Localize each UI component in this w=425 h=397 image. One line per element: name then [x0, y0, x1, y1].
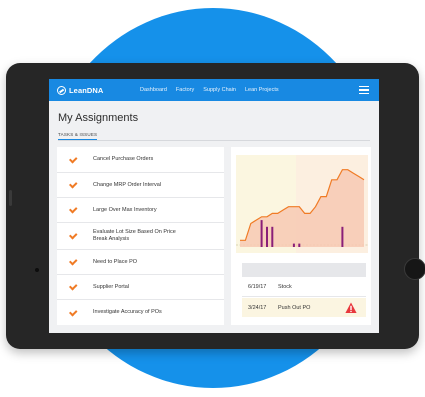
- logo-icon: [57, 85, 66, 95]
- task-row[interactable]: Cancel Purchase Orders: [57, 147, 224, 173]
- tab-bar: TASKS & ISSUES: [58, 132, 379, 140]
- warning-icon: [345, 302, 357, 313]
- chart-bar-5: [341, 226, 344, 247]
- row-label: Push Out PO: [278, 304, 311, 311]
- checkmark-icon: [69, 181, 78, 189]
- page-title: My Assignments: [58, 112, 139, 124]
- nav-link-supply-chain[interactable]: Supply Chain: [203, 87, 236, 93]
- home-button: [404, 258, 425, 280]
- camera-icon: [35, 268, 39, 272]
- task-label: Evaluate Lot Size Based On Price Break An…: [93, 229, 176, 242]
- task-label: Cancel Purchase Orders: [93, 156, 154, 162]
- menu-icon[interactable]: [359, 85, 369, 95]
- chart-bar-2: [271, 226, 274, 247]
- chart-bar-0: [260, 220, 263, 247]
- checkmark-icon: [69, 206, 78, 214]
- logo[interactable]: LeanDNA: [57, 85, 129, 95]
- top-navbar: LeanDNA Dashboard Factory Supply Chain L…: [49, 79, 379, 101]
- table-row[interactable]: 6/19/17 Stock: [242, 278, 366, 297]
- side-button: [9, 190, 12, 206]
- table-row[interactable]: 3/24/17 Push Out PO: [242, 298, 366, 317]
- task-row[interactable]: Change MRP Order Interval: [57, 173, 224, 198]
- logo-text: LeanDNA: [69, 85, 104, 95]
- chart-bar-1: [266, 226, 268, 247]
- task-row[interactable]: Investigate Accuracy of POs: [57, 300, 224, 325]
- table-header: [242, 263, 366, 277]
- task-label: Need to Place PO: [93, 258, 138, 265]
- nav-link-dashboard[interactable]: Dashboard: [140, 87, 167, 93]
- nav-link-factory[interactable]: Factory: [176, 87, 194, 93]
- task-list: Cancel Purchase Orders Change MRP Order …: [57, 147, 224, 325]
- chart-bar-3: [292, 243, 295, 247]
- checkmark-icon: [69, 283, 78, 291]
- chart-panel: 6/19/17 Stock 3/24/17 Push Out PO: [231, 147, 371, 325]
- task-label: Change MRP Order Interval: [93, 181, 162, 188]
- checkmark-icon: [69, 232, 78, 240]
- row-label: Stock: [278, 284, 292, 290]
- tab-tasks-issues[interactable]: TASKS & ISSUES: [58, 132, 98, 140]
- task-label: Supplier Portal: [93, 283, 130, 290]
- nav-link-lean-projects[interactable]: Lean Projects: [245, 87, 279, 93]
- task-label: Investigate Accuracy of POs: [93, 309, 162, 315]
- checkmark-icon: [69, 258, 78, 266]
- task-row[interactable]: Large Over Max Inventory: [57, 198, 224, 223]
- task-label: Large Over Max Inventory: [93, 206, 157, 213]
- divider: [58, 140, 370, 141]
- app-screen: LeanDNA Dashboard Factory Supply Chain L…: [49, 79, 379, 333]
- checkmark-icon: [69, 309, 78, 317]
- row-date: 3/24/17: [248, 304, 267, 311]
- checkmark-icon: [69, 156, 78, 164]
- task-row[interactable]: Supplier Portal: [57, 275, 224, 300]
- nav-links: Dashboard Factory Supply Chain Lean Proj…: [140, 87, 279, 93]
- row-date: 6/19/17: [248, 284, 267, 290]
- task-row[interactable]: Need to Place PO: [57, 250, 224, 275]
- inventory-chart: [236, 155, 368, 253]
- chart-bar-4: [298, 243, 301, 247]
- task-row[interactable]: Evaluate Lot Size Based On Price Break An…: [57, 223, 224, 250]
